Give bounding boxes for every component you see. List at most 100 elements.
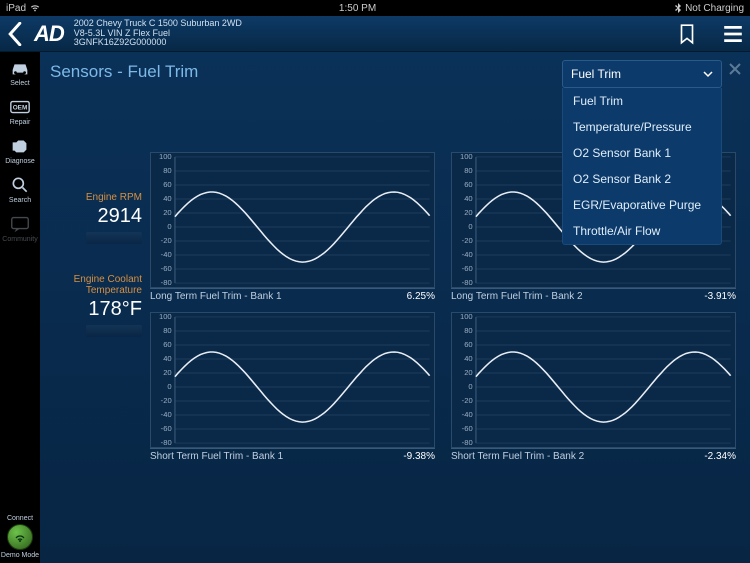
chat-icon [9,214,31,234]
svg-text:OEM: OEM [13,105,28,112]
svg-text:-40: -40 [462,250,473,259]
svg-text:20: 20 [163,368,171,377]
svg-text:20: 20 [163,208,171,217]
sensor-group-dropdown[interactable]: Fuel Trim Fuel Trim Temperature/Pressure… [562,60,722,245]
chart-title: Long Term Fuel Trim - Bank 2 [451,291,583,302]
sidebar: Select OEM Repair Diagnose Search Commun… [0,52,40,563]
status-battery: Not Charging [685,3,744,14]
dropdown-item[interactable]: Throttle/Air Flow [563,218,721,244]
status-bar: iPad 1:50 PM Not Charging [0,0,750,16]
dropdown-menu: Fuel Trim Temperature/Pressure O2 Sensor… [562,88,722,245]
svg-text:-60: -60 [161,424,172,433]
chart-title: Short Term Fuel Trim - Bank 1 [150,451,283,462]
connect-indicator-icon [7,524,33,550]
dropdown-item[interactable]: O2 Sensor Bank 1 [563,140,721,166]
gauge-label: Engine Coolant Temperature [50,274,142,296]
chart-title: Long Term Fuel Trim - Bank 1 [150,291,282,302]
svg-text:-40: -40 [161,410,172,419]
svg-text:-20: -20 [161,396,172,405]
svg-text:0: 0 [468,222,472,231]
gauge-label: Engine RPM [50,192,142,203]
chart-cell: 100 80 60 40 20 0 -20 -40 -60 -80 Long Term Fuel … [150,152,435,302]
back-button[interactable] [6,22,24,46]
engine-icon [9,136,31,156]
chart-cell: 100806040200-20-40-60-80 Short Term Fuel… [451,312,736,462]
svg-text:100: 100 [159,313,172,321]
svg-text:100: 100 [460,153,473,161]
close-icon[interactable] [728,62,742,76]
chart-current-value: -2.34% [704,451,736,462]
demo-mode-label: Demo Mode [1,552,39,559]
sidebar-item-repair[interactable]: OEM Repair [9,97,31,126]
connect-button[interactable]: Connect Demo Mode [1,515,39,559]
chart-plot: 100806040200-20-40-60-80 [451,312,736,448]
svg-text:80: 80 [163,326,171,335]
dropdown-item[interactable]: O2 Sensor Bank 2 [563,166,721,192]
chart-current-value: 6.25% [407,291,435,302]
status-carrier: iPad [6,3,26,14]
gauge-sparkline [86,232,142,244]
chart-current-value: -3.91% [704,291,736,302]
svg-text:100: 100 [159,153,172,161]
sidebar-item-label: Repair [10,119,31,126]
sidebar-item-select[interactable]: Select [9,58,31,87]
chevron-down-icon [703,69,713,79]
svg-text:60: 60 [464,180,472,189]
bookmark-icon[interactable] [676,23,698,45]
vehicle-line3: 3GNFK16Z92G000000 [74,38,242,48]
svg-text:100: 100 [460,313,473,321]
app-header: AD 2002 Chevy Truck C 1500 Suburban 2WD … [0,16,750,52]
svg-text:60: 60 [464,340,472,349]
sidebar-item-community[interactable]: Community [2,214,37,243]
sidebar-item-label: Search [9,197,31,204]
gauge-coolant-temp: Engine Coolant Temperature 178°F [50,274,142,337]
svg-text:80: 80 [163,166,171,175]
svg-text:-80: -80 [161,278,172,287]
chart-plot: 100 80 60 40 20 0 -20 -40 -60 -80 [150,312,435,448]
sidebar-item-label: Community [2,236,37,243]
dropdown-item[interactable]: Fuel Trim [563,88,721,114]
dropdown-selected: Fuel Trim [571,67,621,81]
status-time: 1:50 PM [40,3,675,14]
car-icon [9,58,31,78]
sidebar-item-label: Select [10,80,29,87]
bluetooth-icon [675,3,681,13]
dropdown-item[interactable]: EGR/Evaporative Purge [563,192,721,218]
search-icon [9,175,31,195]
oem-icon: OEM [9,97,31,117]
chart-title: Short Term Fuel Trim - Bank 2 [451,451,584,462]
svg-text:0: 0 [468,382,472,391]
chart-cell: 100 80 60 40 20 0 -20 -40 -60 -80 Short Term Fuel… [150,312,435,462]
wifi-icon [30,4,40,12]
svg-text:60: 60 [163,180,171,189]
svg-text:-80: -80 [462,278,473,287]
sidebar-item-search[interactable]: Search [9,175,31,204]
svg-text:40: 40 [163,354,171,363]
svg-text:80: 80 [464,166,472,175]
svg-text:40: 40 [464,194,472,203]
chart-plot: 100 80 60 40 20 0 -20 -40 -60 -80 [150,152,435,288]
menu-icon[interactable] [722,23,744,45]
svg-text:80: 80 [464,326,472,335]
svg-text:-20: -20 [161,236,172,245]
gauge-engine-rpm: Engine RPM 2914 [50,192,142,244]
svg-text:-40: -40 [161,250,172,259]
svg-text:-60: -60 [161,264,172,273]
dropdown-item[interactable]: Temperature/Pressure [563,114,721,140]
gauge-value: 178°F [50,298,142,321]
svg-text:60: 60 [163,340,171,349]
svg-text:0: 0 [167,382,171,391]
svg-text:-80: -80 [161,438,172,447]
app-logo: AD [34,21,64,47]
svg-text:0: 0 [167,222,171,231]
svg-text:-80: -80 [462,438,473,447]
gauge-value: 2914 [50,205,142,228]
svg-text:-60: -60 [462,264,473,273]
svg-text:-60: -60 [462,424,473,433]
vehicle-info: 2002 Chevy Truck C 1500 Suburban 2WD V8-… [74,19,242,49]
chart-current-value: -9.38% [403,451,435,462]
svg-text:40: 40 [163,194,171,203]
svg-text:-20: -20 [462,236,473,245]
sidebar-item-diagnose[interactable]: Diagnose [5,136,35,165]
svg-text:-40: -40 [462,410,473,419]
